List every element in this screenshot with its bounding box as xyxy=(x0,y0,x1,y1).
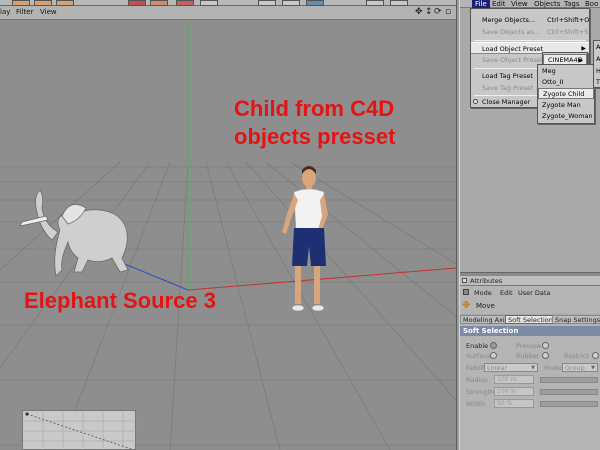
section-title-label: Soft Selection xyxy=(463,327,519,335)
strength-slider[interactable] xyxy=(540,389,598,395)
viewport-menu-view[interactable]: View xyxy=(40,8,57,16)
preset-item-zygote-child[interactable]: Zygote Child xyxy=(538,88,594,99)
chevron-down-icon: ▼ xyxy=(591,365,595,371)
menu-item-label: Load Tag Preset xyxy=(482,72,533,80)
chevron-down-icon: ▼ xyxy=(531,365,535,371)
menu-item-label: Save Objects as... xyxy=(482,28,541,36)
curve-knot xyxy=(25,412,29,416)
menu-item-merge-objects[interactable]: Merge Objects... Ctrl+Shift+O xyxy=(471,14,589,26)
restrict-label: Restrict xyxy=(564,352,589,360)
menu-item-label: Close Manager xyxy=(482,98,531,106)
preset-item-zygote-man[interactable]: Zygote Man xyxy=(538,100,594,111)
width-label: Width xyxy=(466,400,485,408)
om-menu-bookmarks[interactable]: Boo xyxy=(582,0,600,8)
menu-item-label: Merge Objects... xyxy=(482,16,536,24)
radio-bullet-icon xyxy=(473,99,478,104)
menu-item-shortcut: Ctrl+Shift+S xyxy=(547,28,589,36)
preset-item-zygote-woman[interactable]: Zygote_Woman xyxy=(538,111,594,122)
soft-selection-settings: Enable Preview Surface Rubber Restrict F… xyxy=(460,336,600,450)
truncated-item[interactable]: A xyxy=(596,43,600,51)
surface-label: Surface xyxy=(466,352,491,360)
am-menu-mode[interactable]: Mode xyxy=(474,289,492,297)
cinema4d-presets-submenu: Meg Otto_II Zygote Child Zygote Man Zygo… xyxy=(537,64,595,124)
maximize-view-icon[interactable]: ▫ xyxy=(445,7,451,17)
restrict-checkbox[interactable] xyxy=(592,352,599,359)
viewport-panel[interactable]: lay Filter View ✥ ↕ ⟳ ▫ Child from C4D o… xyxy=(0,0,456,450)
scene-canvas[interactable] xyxy=(0,20,456,450)
attributes-menubar: Mode Edit User Data xyxy=(460,286,600,298)
om-menu-tags[interactable]: Tags xyxy=(561,0,583,8)
radius-slider[interactable] xyxy=(540,377,598,383)
truncated-item[interactable]: T xyxy=(596,78,600,86)
child-caption-line2: objects presset xyxy=(234,124,396,149)
object-manager-menubar: File Edit View Objects Tags Boo xyxy=(460,0,600,8)
child-model xyxy=(282,166,328,312)
attributes-title: Attributes xyxy=(470,277,503,285)
menu-item-save-objects-as[interactable]: Save Objects as... Ctrl+Shift+S xyxy=(471,26,589,38)
falloff-dropdown[interactable]: Linear ▼ xyxy=(484,363,538,372)
om-menu-objects[interactable]: Objects xyxy=(531,0,563,8)
falloff-curve-line xyxy=(26,413,136,450)
elephant-caption: Elephant Source 3 xyxy=(24,288,216,313)
strength-field[interactable]: 100 % xyxy=(494,387,534,396)
rubber-label: Rubber xyxy=(516,352,540,360)
width-slider[interactable] xyxy=(540,401,598,407)
active-tool-row: ✥ Move xyxy=(460,298,600,314)
rubber-checkbox[interactable] xyxy=(542,352,549,359)
surface-checkbox[interactable] xyxy=(490,352,497,359)
zoom-view-icon[interactable]: ↕ xyxy=(425,7,433,17)
strength-label: Strength xyxy=(466,388,495,396)
menu-item-label: Save Object Preset xyxy=(482,56,544,64)
mode-label: Mode xyxy=(544,364,562,372)
attributes-toggle-icon[interactable] xyxy=(462,278,467,283)
preview-checkbox[interactable] xyxy=(542,342,549,349)
move-tool-icon: ✥ xyxy=(462,300,471,311)
active-tool-name: Move xyxy=(476,302,495,310)
elephant-model xyxy=(19,189,129,277)
om-menu-edit[interactable]: Edit xyxy=(489,0,509,8)
tab-snap-settings[interactable]: Snap Settings xyxy=(552,315,600,324)
menu-item-label: Save Tag Preset xyxy=(482,84,534,92)
truncated-item[interactable]: H xyxy=(596,67,600,75)
mode-value: Group xyxy=(565,364,585,372)
attributes-tabs: Modeling Axis Soft Selection Snap Settin… xyxy=(460,314,600,324)
attributes-arrow-icon[interactable] xyxy=(463,289,469,295)
child-caption-line1: Child from C4D xyxy=(234,96,395,121)
menu-item-shortcut: Ctrl+Shift+O xyxy=(547,16,590,24)
truncated-submenu: A A H T xyxy=(593,40,600,88)
radius-field[interactable]: 100 m xyxy=(494,375,534,384)
radius-label: Radius xyxy=(466,376,488,384)
enable-checkbox[interactable] xyxy=(490,342,497,349)
enable-label: Enable xyxy=(466,342,489,350)
om-menu-view[interactable]: View xyxy=(508,0,531,8)
tab-soft-selection[interactable]: Soft Selection xyxy=(505,315,556,324)
menu-separator xyxy=(474,40,586,41)
move-view-icon[interactable]: ✥ xyxy=(415,7,423,17)
am-menu-user-data[interactable]: User Data xyxy=(518,289,550,297)
falloff-value: Linear xyxy=(487,364,508,372)
x-axis-line xyxy=(187,267,456,291)
section-title: Soft Selection xyxy=(460,326,600,336)
z-axis-line xyxy=(114,259,189,291)
falloff-curve-graph[interactable] xyxy=(22,410,137,450)
rotate-view-icon[interactable]: ⟳ xyxy=(434,7,442,17)
viewport-menu-display[interactable]: lay xyxy=(0,8,10,16)
truncated-item[interactable]: A xyxy=(596,55,600,63)
preset-item-meg[interactable]: Meg xyxy=(538,66,594,77)
am-menu-edit[interactable]: Edit xyxy=(500,289,513,297)
viewport-menubar: lay Filter View ✥ ↕ ⟳ ▫ xyxy=(0,6,456,20)
preview-label: Preview xyxy=(516,342,542,350)
om-menu-file[interactable]: File xyxy=(472,0,490,8)
viewport-menu-filter[interactable]: Filter xyxy=(16,8,33,16)
width-field[interactable]: 50 % xyxy=(494,399,534,408)
falloff-label: Falloff xyxy=(466,364,486,372)
mode-dropdown[interactable]: Group ▼ xyxy=(562,363,598,372)
tab-modeling-axis[interactable]: Modeling Axis xyxy=(460,315,512,324)
preset-item-otto[interactable]: Otto_II xyxy=(538,77,594,88)
attributes-header: Attributes xyxy=(460,276,600,286)
